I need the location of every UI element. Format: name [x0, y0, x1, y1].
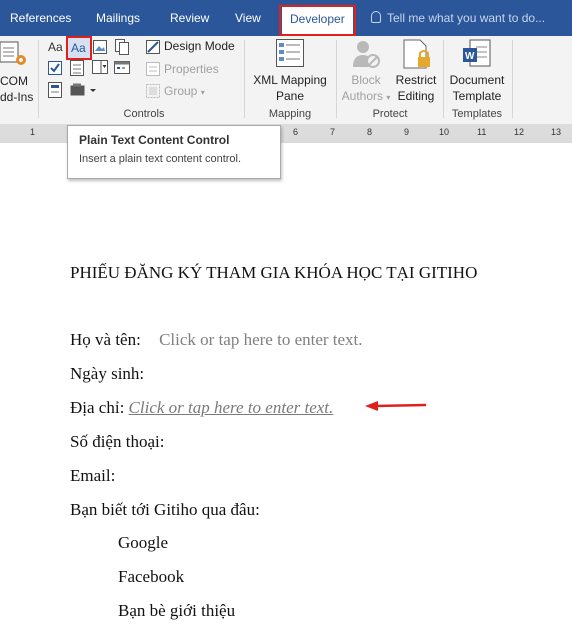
group-icon [146, 84, 160, 98]
xml-mapping-icon [276, 39, 304, 67]
group-label-text: Group [164, 84, 198, 98]
chevron-down-icon: ▾ [200, 88, 205, 97]
ruler-tick: 6 [293, 127, 299, 137]
checkbox-control-icon[interactable] [48, 61, 62, 75]
tab-view[interactable]: View [235, 0, 261, 36]
com-addins-label-1: COM [0, 74, 28, 88]
templates-group-label: Templates [451, 108, 503, 120]
name-field-line: Họ và tên: Click or tap here to enter te… [70, 330, 363, 350]
tell-me-search[interactable]: Tell me what you want to do... [371, 0, 545, 36]
date-picker-control-icon[interactable] [114, 60, 130, 74]
phone-label: Số điện thoại: [70, 432, 165, 451]
developer-tab-highlight [279, 5, 356, 36]
group-separator [443, 40, 444, 118]
com-addins-label-2: dd-Ins [0, 90, 34, 104]
plain-text-control-icon: Aa [71, 41, 86, 55]
dob-label: Ngày sinh: [70, 364, 145, 383]
drop-down-list-control-icon[interactable] [92, 60, 108, 74]
plain-text-control-tooltip: Plain Text Content Control Insert a plai… [67, 125, 281, 179]
option-facebook: Facebook [118, 567, 185, 586]
picture-control-icon[interactable] [93, 40, 107, 54]
group-button[interactable]: Group ▾ [164, 84, 205, 98]
svg-text:W: W [465, 51, 475, 62]
email-label: Email: [70, 466, 116, 485]
document-title: PHIẾU ĐĂNG KÝ THAM GIA KHÓA HỌC TẠI GITI… [70, 263, 478, 282]
ruler-tick: 8 [367, 127, 373, 137]
restrict-editing-icon [403, 39, 430, 69]
legacy-tools-icon[interactable] [48, 82, 62, 98]
design-mode-button[interactable]: Design Mode [164, 39, 235, 53]
tooltip-description: Insert a plain text content control. [79, 153, 242, 165]
option-friends: Bạn bè giới thiệu [118, 601, 236, 620]
address-label: Địa chỉ: [70, 398, 125, 417]
tab-mailings[interactable]: Mailings [96, 0, 140, 36]
protect-group-label: Protect [372, 108, 408, 120]
restrict-editing-label-1: Restrict [395, 73, 437, 87]
address-field-line: Địa chỉ: Click or tap here to enter text… [70, 398, 333, 418]
com-addins-button[interactable]: COM dd-Ins [0, 73, 34, 105]
mapping-group-label: Mapping [268, 108, 312, 120]
name-text-control[interactable]: Click or tap here to enter text. [159, 330, 362, 349]
restrict-editing-button[interactable]: Restrict Editing [392, 72, 440, 104]
controls-group-label: Controls [123, 108, 165, 120]
group-separator [38, 40, 39, 118]
block-authors-label-1: Block [351, 73, 381, 87]
ribbon-tab-bar: References Mailings Review View Develope… [0, 0, 572, 36]
option-google: Google [118, 533, 169, 552]
block-authors-button[interactable]: Block Authors ▾ [340, 72, 392, 106]
ruler-tick: 12 [514, 127, 525, 137]
properties-icon [146, 62, 160, 76]
com-addins-icon [0, 41, 26, 65]
group-separator [336, 40, 337, 118]
repeating-section-control-icon[interactable] [70, 83, 98, 97]
chevron-down-icon: ▾ [386, 93, 391, 102]
block-authors-label-2: Authors ▾ [341, 89, 391, 103]
design-mode-icon [146, 40, 160, 54]
restrict-editing-label-2: Editing [397, 89, 435, 103]
address-text-control[interactable]: Click or tap here to enter text. [129, 398, 334, 417]
ruler-tick: 13 [551, 127, 562, 137]
ruler-tick: 11 [477, 127, 487, 137]
xml-mapping-label-1: XML Mapping [253, 73, 327, 87]
plain-text-control-button[interactable]: Aa [66, 36, 92, 60]
source-label: Bạn biết tới Gitiho qua đâu: [70, 500, 260, 519]
combo-box-control-icon[interactable] [70, 60, 84, 76]
xml-mapping-label-2: Pane [275, 89, 305, 103]
word-document-template-icon: W [463, 39, 491, 67]
document-page[interactable]: PHIẾU ĐĂNG KÝ THAM GIA KHÓA HỌC TẠI GITI… [0, 142, 572, 627]
ruler-tick: 1 [30, 127, 36, 137]
tab-review[interactable]: Review [170, 0, 209, 36]
group-separator [512, 40, 513, 118]
block-authors-icon [353, 41, 380, 68]
properties-button[interactable]: Properties [164, 62, 219, 76]
red-arrow-annotation [365, 401, 427, 411]
rich-text-control-icon[interactable]: Aa [48, 40, 63, 54]
tab-references[interactable]: References [10, 0, 71, 36]
group-separator [244, 40, 245, 118]
tab-developer[interactable]: Developer [279, 5, 356, 36]
document-template-label-2: Template [452, 89, 502, 103]
document-template-button[interactable]: Document Template [445, 72, 509, 104]
xml-mapping-pane-button[interactable]: XML Mapping Pane [249, 72, 331, 104]
document-template-label-1: Document [449, 73, 505, 87]
tooltip-title: Plain Text Content Control [79, 133, 230, 147]
ruler-tick: 10 [439, 127, 450, 137]
tell-me-placeholder: Tell me what you want to do... [387, 11, 546, 25]
name-label: Họ và tên: [70, 330, 141, 349]
developer-ribbon: COM dd-Ins Aa Aa Design Mode Properties [0, 36, 572, 125]
building-block-control-icon[interactable] [115, 39, 129, 55]
ruler-tick: 7 [330, 127, 336, 137]
lightbulb-icon [371, 11, 381, 23]
ruler-tick: 9 [404, 127, 410, 137]
